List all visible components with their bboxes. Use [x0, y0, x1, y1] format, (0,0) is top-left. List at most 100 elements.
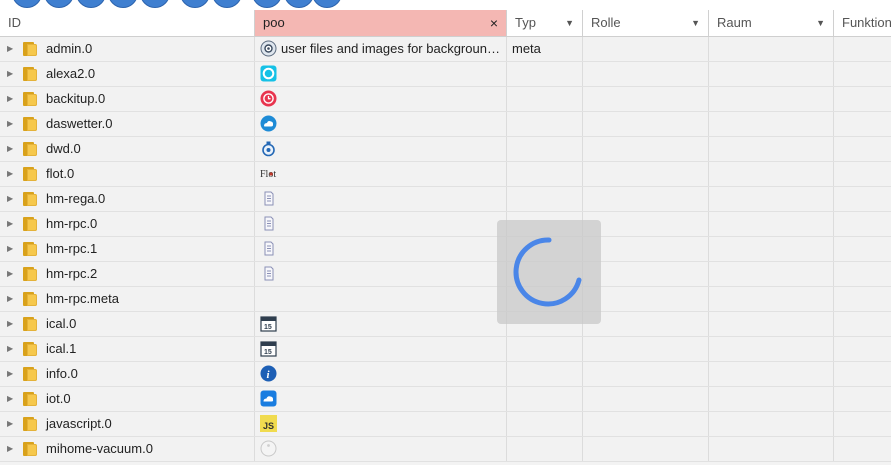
raum-filter-select[interactable]: Raum ▼	[709, 10, 834, 36]
folder-icon	[23, 217, 37, 231]
table-row[interactable]: ▶ daswetter.0	[0, 112, 891, 137]
funktion-filter-select[interactable]: Funktion	[834, 10, 891, 36]
table-row[interactable]: ▶ hm-rpc.meta	[0, 287, 891, 312]
toolbar-button[interactable]	[108, 0, 138, 8]
typ-cell	[507, 137, 583, 161]
object-id: ical.0	[46, 316, 77, 331]
column-header-id[interactable]: ID	[0, 10, 255, 36]
toolbar-button[interactable]	[312, 0, 342, 8]
funktion-cell	[834, 362, 891, 386]
table-row[interactable]: ▶ hm-rpc.1	[0, 237, 891, 262]
id-cell: ▶ hm-rega.0	[0, 187, 255, 211]
clear-filter-icon[interactable]: ×	[490, 10, 498, 36]
rolle-filter-select[interactable]: Rolle ▼	[583, 10, 709, 36]
weather-cloud-icon	[260, 115, 277, 132]
expand-triangle-icon[interactable]: ▶	[7, 362, 13, 386]
id-cell: ▶ dwd.0	[0, 137, 255, 161]
toolbar	[0, 0, 891, 10]
expand-triangle-icon[interactable]: ▶	[7, 212, 13, 236]
typ-cell	[507, 412, 583, 436]
expand-triangle-icon[interactable]: ▶	[7, 162, 13, 186]
expand-triangle-icon[interactable]: ▶	[7, 62, 13, 86]
homematic-icon	[260, 265, 277, 282]
raum-cell	[709, 387, 834, 411]
expand-triangle-icon[interactable]: ▶	[7, 112, 13, 136]
table-row[interactable]: ▶ alexa2.0	[0, 62, 891, 87]
calendar-icon: 15	[260, 315, 277, 332]
name-cell: i	[255, 362, 507, 386]
folder-icon	[23, 117, 37, 131]
object-name: user files and images for backgroun…	[281, 41, 500, 56]
name-cell	[255, 287, 507, 311]
table-row[interactable]: ▶ hm-rpc.0	[0, 212, 891, 237]
toolbar-button[interactable]	[212, 0, 242, 8]
object-id: admin.0	[46, 41, 93, 56]
info-icon: i	[260, 365, 277, 382]
raum-cell	[709, 87, 834, 111]
typ-cell	[507, 87, 583, 111]
toolbar-button[interactable]	[44, 0, 74, 8]
toolbar-button[interactable]	[12, 0, 42, 8]
funktion-cell	[834, 37, 891, 61]
funktion-cell	[834, 287, 891, 311]
id-cell: ▶ ical.0	[0, 312, 255, 336]
loading-overlay	[497, 220, 601, 324]
id-cell: ▶ hm-rpc.meta	[0, 287, 255, 311]
toolbar-button[interactable]	[252, 0, 282, 8]
folder-icon	[23, 42, 37, 56]
raum-cell	[709, 137, 834, 161]
expand-triangle-icon[interactable]: ▶	[7, 337, 13, 361]
name-cell	[255, 262, 507, 286]
chevron-down-icon: ▼	[816, 18, 825, 28]
folder-icon	[23, 392, 37, 406]
id-cell: ▶ backitup.0	[0, 87, 255, 111]
rolle-filter-label: Rolle	[591, 15, 621, 30]
table-row[interactable]: ▶ mihome-vacuum.0	[0, 437, 891, 462]
table-row[interactable]: ▶ backitup.0	[0, 87, 891, 112]
toolbar-button[interactable]	[180, 0, 210, 8]
rolle-cell	[583, 37, 709, 61]
expand-triangle-icon[interactable]: ▶	[7, 287, 13, 311]
expand-triangle-icon[interactable]: ▶	[7, 387, 13, 411]
raum-cell	[709, 262, 834, 286]
object-id: ical.1	[46, 341, 77, 356]
name-cell: 15	[255, 337, 507, 361]
typ-cell	[507, 337, 583, 361]
toolbar-button[interactable]	[284, 0, 314, 8]
toolbar-button[interactable]	[140, 0, 170, 8]
typ-filter-select[interactable]: Typ ▼	[507, 10, 583, 36]
raum-cell	[709, 162, 834, 186]
expand-triangle-icon[interactable]: ▶	[7, 262, 13, 286]
name-filter-input[interactable]: poo ×	[255, 10, 507, 36]
table-row[interactable]: ▶ admin.0 user files and images for backgr…	[0, 37, 891, 62]
table-row[interactable]: ▶ javascript.0 JS	[0, 412, 891, 437]
expand-triangle-icon[interactable]: ▶	[7, 437, 13, 461]
object-id: alexa2.0	[46, 66, 96, 81]
expand-triangle-icon[interactable]: ▶	[7, 312, 13, 336]
folder-icon	[23, 92, 37, 106]
column-header-id-label: ID	[8, 15, 21, 30]
expand-triangle-icon[interactable]: ▶	[7, 237, 13, 261]
rolle-cell	[583, 362, 709, 386]
funktion-cell	[834, 237, 891, 261]
expand-triangle-icon[interactable]: ▶	[7, 137, 13, 161]
name-filter-value: poo	[263, 15, 285, 30]
id-cell: ▶ alexa2.0	[0, 62, 255, 86]
table-row[interactable]: ▶ hm-rpc.2	[0, 262, 891, 287]
table-row[interactable]: ▶ hm-rega.0	[0, 187, 891, 212]
table-row[interactable]: ▶ iot.0	[0, 387, 891, 412]
expand-triangle-icon[interactable]: ▶	[7, 412, 13, 436]
toolbar-button[interactable]	[76, 0, 106, 8]
table-row[interactable]: ▶ info.0 i	[0, 362, 891, 387]
table-row[interactable]: ▶ flot.0 Flot	[0, 162, 891, 187]
table-row[interactable]: ▶ dwd.0	[0, 137, 891, 162]
expand-triangle-icon[interactable]: ▶	[7, 87, 13, 111]
name-cell	[255, 387, 507, 411]
expand-triangle-icon[interactable]: ▶	[7, 37, 13, 61]
funktion-cell	[834, 187, 891, 211]
table-row[interactable]: ▶ ical.0 15	[0, 312, 891, 337]
expand-triangle-icon[interactable]: ▶	[7, 187, 13, 211]
table-row[interactable]: ▶ ical.1 15	[0, 337, 891, 362]
id-cell: ▶ mihome-vacuum.0	[0, 437, 255, 461]
rolle-cell	[583, 312, 709, 336]
